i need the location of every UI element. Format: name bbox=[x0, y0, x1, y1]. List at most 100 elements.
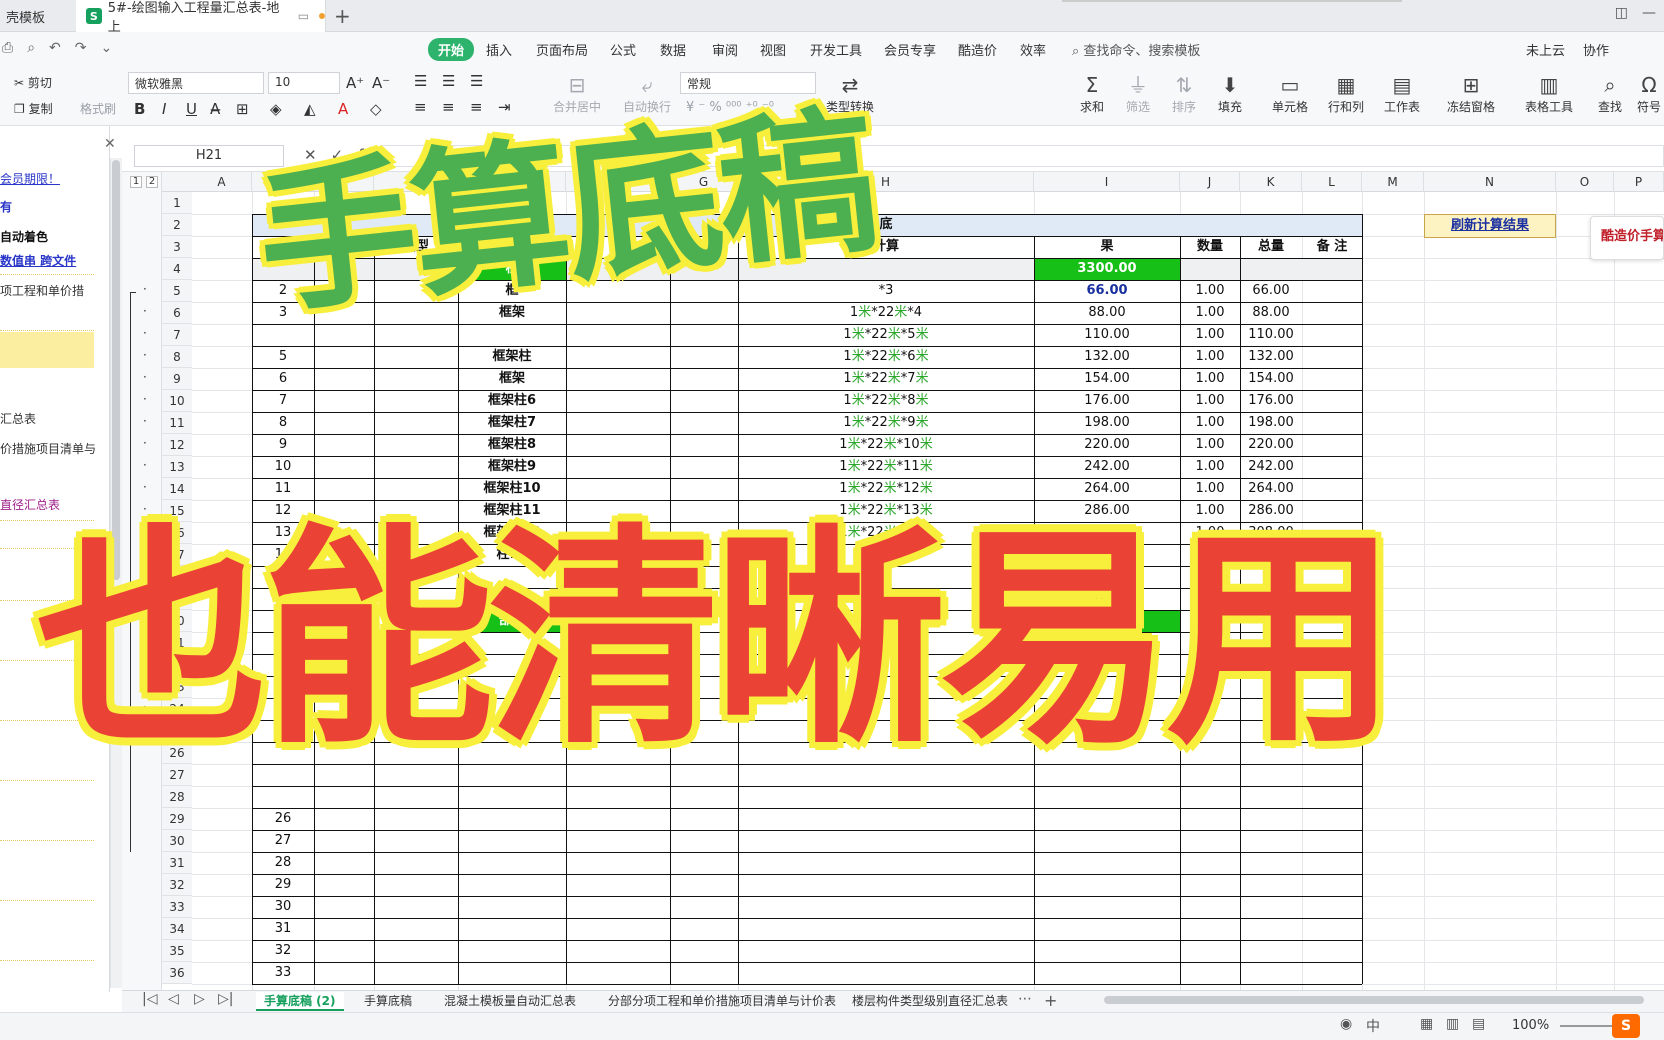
font-name-select[interactable]: 微软雅黑 bbox=[128, 72, 264, 94]
menu-view[interactable]: 视图 bbox=[760, 40, 786, 59]
row-header[interactable]: 33 bbox=[162, 896, 192, 918]
sum-button[interactable]: Σ 求和 bbox=[1066, 72, 1118, 115]
table-tools-button[interactable]: ▥ 表格工具 bbox=[1518, 72, 1580, 115]
component-name-cell[interactable]: 框架柱10 bbox=[458, 478, 566, 500]
align-top-icon[interactable]: ☰ bbox=[414, 72, 427, 90]
row-index-cell[interactable]: 8 bbox=[252, 412, 314, 434]
column-header-o[interactable]: O bbox=[1556, 172, 1614, 192]
column-header-k[interactable]: K bbox=[1240, 172, 1302, 192]
menu-formula[interactable]: 公式 bbox=[610, 40, 636, 59]
formula-cell[interactable]: 1米*22米*5米 bbox=[738, 324, 1034, 346]
qty-cell[interactable]: 1.00 bbox=[1180, 302, 1240, 324]
more-sheets-icon[interactable]: ⋯ bbox=[1018, 991, 1032, 1007]
component-name-cell[interactable]: 框架柱8 bbox=[458, 434, 566, 456]
new-tab-icon[interactable]: + bbox=[334, 4, 351, 28]
outline-level-1[interactable]: 1 bbox=[130, 176, 142, 188]
formula-cell[interactable]: 1米*22米*7米 bbox=[738, 368, 1034, 390]
header-qty[interactable]: 数量 bbox=[1180, 236, 1240, 258]
row-index-cell[interactable]: 33 bbox=[252, 962, 314, 984]
menu-member[interactable]: 会员专享 bbox=[884, 40, 936, 59]
total-cell[interactable]: 132.00 bbox=[1240, 346, 1302, 368]
row-header[interactable]: 2 bbox=[162, 214, 192, 236]
row-header[interactable]: 31 bbox=[162, 852, 192, 874]
dropdown-icon[interactable]: ⌄ bbox=[101, 40, 113, 56]
horizontal-scrollbar[interactable] bbox=[1104, 996, 1644, 1004]
header-result[interactable]: 果 bbox=[1034, 236, 1180, 258]
add-sheet-icon[interactable]: + bbox=[1044, 991, 1057, 1010]
eye-protect-icon[interactable]: ◉ bbox=[1340, 1016, 1352, 1032]
row-header[interactable]: 35 bbox=[162, 940, 192, 962]
row-header[interactable]: 3 bbox=[162, 236, 192, 258]
font-size-select[interactable]: 10 bbox=[268, 72, 340, 94]
layout-icon[interactable]: ◫ bbox=[1615, 5, 1628, 21]
tab-template[interactable]: 壳模板 bbox=[0, 0, 76, 32]
row-index-cell[interactable]: 30 bbox=[252, 896, 314, 918]
row-index-cell[interactable]: 9 bbox=[252, 434, 314, 456]
sheet-tab[interactable]: 手算底稿 (2) bbox=[256, 992, 344, 1011]
rowcol-button[interactable]: ▦ 行和列 bbox=[1318, 72, 1374, 115]
outline-level-2[interactable]: 2 bbox=[146, 176, 158, 188]
cloud-status[interactable]: 未上云 bbox=[1526, 40, 1565, 59]
row-header[interactable]: 4 bbox=[162, 258, 192, 280]
column-header-i[interactable]: I bbox=[1034, 172, 1180, 192]
formula-cell[interactable]: 1米*22米*4 bbox=[738, 302, 1034, 324]
qty-cell[interactable]: 1.00 bbox=[1180, 346, 1240, 368]
formula-cell[interactable]: 1米*22米*12米 bbox=[738, 478, 1034, 500]
component-name-cell[interactable]: 框架柱6 bbox=[458, 390, 566, 412]
first-sheet-icon[interactable]: |◁ bbox=[142, 991, 157, 1007]
result-cell[interactable]: 66.00 bbox=[1034, 280, 1180, 302]
total-cell[interactable]: 242.00 bbox=[1240, 456, 1302, 478]
cut-button[interactable]: ✂ 剪切 bbox=[14, 74, 52, 91]
menu-page-layout[interactable]: 页面布局 bbox=[536, 40, 588, 59]
row-header[interactable]: 9 bbox=[162, 368, 192, 390]
print-icon[interactable]: ⎙ bbox=[2, 40, 13, 56]
qty-cell[interactable]: 1.00 bbox=[1180, 390, 1240, 412]
zoom-level[interactable]: 100% bbox=[1512, 1018, 1549, 1033]
row-header[interactable]: 36 bbox=[162, 962, 192, 984]
row-header[interactable]: 11 bbox=[162, 412, 192, 434]
command-search[interactable]: ⌕ 查找命令、搜索模板 bbox=[1072, 40, 1200, 59]
row-header[interactable]: 12 bbox=[162, 434, 192, 456]
qty-cell[interactable]: 1.00 bbox=[1180, 324, 1240, 346]
align-bottom-icon[interactable]: ☰ bbox=[470, 72, 483, 90]
freeze-panes-button[interactable]: ⊞ 冻结窗格 bbox=[1440, 72, 1502, 115]
component-name-cell[interactable] bbox=[458, 324, 566, 346]
result-cell[interactable]: 110.00 bbox=[1034, 324, 1180, 346]
formula-cell[interactable]: 1米*22米*11米 bbox=[738, 456, 1034, 478]
fill-button[interactable]: ⬇ 填充 bbox=[1204, 72, 1256, 115]
collaborate[interactable]: 协作 bbox=[1583, 40, 1609, 59]
cell-button[interactable]: ▭ 单元格 bbox=[1262, 72, 1318, 115]
formula-cell[interactable]: 1米*22米*8米 bbox=[738, 390, 1034, 412]
tab-active-document[interactable]: S 5#-绘图输入工程量汇总表-地上 ▭ bbox=[76, 0, 326, 35]
component-name-cell[interactable]: 框架柱7 bbox=[458, 412, 566, 434]
row-index-cell[interactable]: 26 bbox=[252, 808, 314, 830]
menu-efficiency[interactable]: 效率 bbox=[1020, 40, 1046, 59]
qty-cell[interactable]: 1.00 bbox=[1180, 368, 1240, 390]
bold-icon[interactable]: B bbox=[134, 100, 145, 118]
row-index-cell[interactable]: 11 bbox=[252, 478, 314, 500]
border-icon[interactable]: ⊞ bbox=[236, 100, 249, 118]
component-name-cell[interactable]: 框架柱9 bbox=[458, 456, 566, 478]
column-header-l[interactable]: L bbox=[1302, 172, 1362, 192]
kuzaojia-side-button[interactable]: 酷造价手算 bbox=[1590, 216, 1664, 260]
row-index-cell[interactable]: 7 bbox=[252, 390, 314, 412]
group-row-value[interactable]: 3300.00 bbox=[1034, 258, 1180, 280]
column-header-j[interactable]: J bbox=[1180, 172, 1240, 192]
header-note[interactable]: 备 注 bbox=[1302, 236, 1362, 258]
row-index-cell[interactable]: 5 bbox=[252, 346, 314, 368]
row-index-cell[interactable]: 28 bbox=[252, 852, 314, 874]
qty-cell[interactable]: 1.00 bbox=[1180, 280, 1240, 302]
row-index-cell[interactable]: 32 bbox=[252, 940, 314, 962]
row-header[interactable]: 14 bbox=[162, 478, 192, 500]
left-panel-item[interactable]: 汇总表 bbox=[0, 410, 96, 427]
header-total[interactable]: 总量 bbox=[1240, 236, 1302, 258]
page-break-view-icon[interactable]: ▤ bbox=[1472, 1016, 1485, 1032]
next-sheet-icon[interactable]: ▷ bbox=[194, 991, 205, 1007]
formula-cell[interactable]: 1米*22米*6米 bbox=[738, 346, 1034, 368]
formula-cell[interactable]: 1米*22米*10米 bbox=[738, 434, 1034, 456]
row-header[interactable]: 7 bbox=[162, 324, 192, 346]
redo-icon[interactable]: ↷ bbox=[75, 40, 87, 56]
left-panel-item[interactable]: 项工程和单价措 bbox=[0, 282, 96, 299]
total-cell[interactable]: 154.00 bbox=[1240, 368, 1302, 390]
menu-review[interactable]: 审阅 bbox=[712, 40, 738, 59]
